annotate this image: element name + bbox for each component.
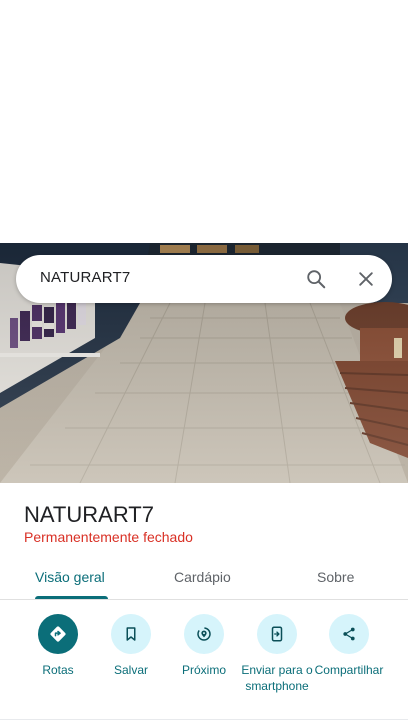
status-badge: Permanentemente fechado xyxy=(24,529,193,545)
send-to-phone-icon xyxy=(257,614,297,654)
bookmark-icon xyxy=(111,614,151,654)
share-icon xyxy=(329,614,369,654)
tab-overview[interactable]: Visão geral xyxy=(35,569,105,585)
nearby-label: Próximo xyxy=(181,663,226,677)
send-to-phone-label: Enviar para o smartphone xyxy=(241,663,313,693)
nearby-icon xyxy=(184,614,224,654)
tab-about[interactable]: Sobre xyxy=(317,569,354,585)
directions-button[interactable]: Rotas xyxy=(21,614,95,678)
nearby-button[interactable]: Próximo xyxy=(167,614,241,678)
search-query-text[interactable]: NATURART7 xyxy=(40,269,130,286)
send-to-phone-button[interactable]: Enviar para o smartphone xyxy=(240,614,314,694)
close-icon[interactable] xyxy=(352,265,380,293)
directions-icon xyxy=(38,614,78,654)
directions-label: Rotas xyxy=(42,663,74,677)
save-label: Salvar xyxy=(113,663,148,677)
save-button[interactable]: Salvar xyxy=(94,614,168,678)
share-label: Compartilhar xyxy=(314,663,384,677)
active-tab-indicator xyxy=(35,596,108,599)
action-buttons: Rotas Salvar Próximo Enviar para o smart… xyxy=(0,610,408,710)
tab-menu[interactable]: Cardápio xyxy=(174,569,231,585)
place-title: NATURART7 xyxy=(24,502,154,527)
search-icon[interactable] xyxy=(302,265,330,293)
divider xyxy=(0,719,408,720)
share-button[interactable]: Compartilhar xyxy=(312,614,386,678)
blank-map-area xyxy=(0,0,408,243)
place-tabs: Visão geral Cardápio Sobre xyxy=(0,560,408,600)
search-bar[interactable]: NATURART7 xyxy=(16,255,392,303)
